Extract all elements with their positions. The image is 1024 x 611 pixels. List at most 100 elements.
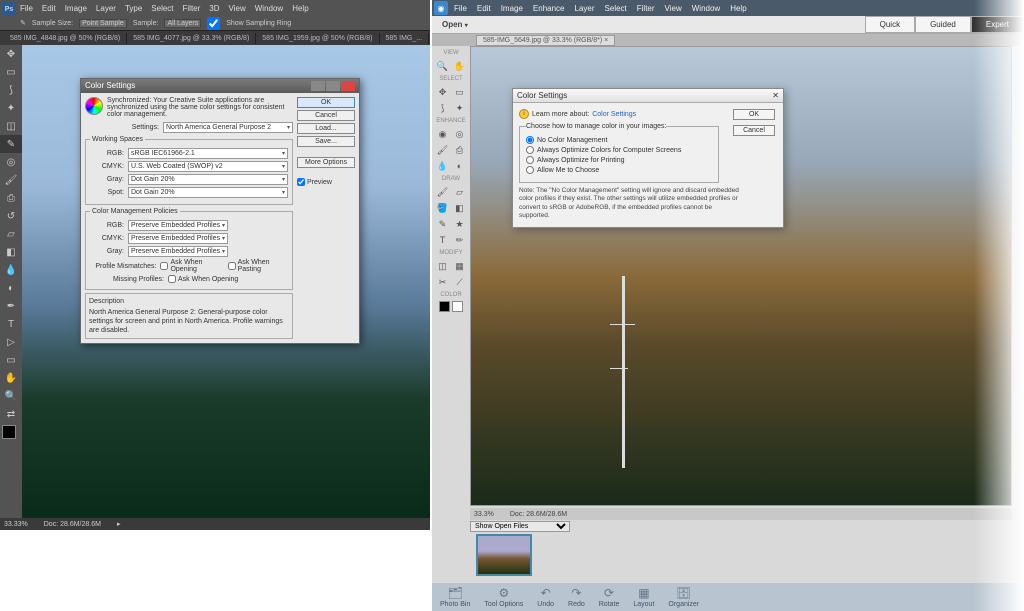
sample-size-select[interactable]: Point Sample [79, 19, 127, 28]
redo-button[interactable]: ↷Redo [568, 586, 585, 608]
wand-tool-icon[interactable]: ✦ [0, 99, 22, 117]
radio-screen[interactable] [526, 146, 534, 154]
preview-checkbox[interactable] [297, 178, 305, 186]
heal-tool-icon[interactable]: ◎ [0, 153, 22, 171]
swap-colors-icon[interactable]: ⇄ [0, 405, 22, 423]
pencil-tool-icon[interactable]: ✏ [452, 233, 467, 247]
learn-link[interactable]: Color Settings [592, 111, 636, 118]
ok-button[interactable]: OK [297, 97, 355, 108]
history-tool-icon[interactable]: ↺ [0, 207, 22, 225]
ps-menu-help[interactable]: Help [292, 4, 308, 13]
smartbrush-tool-icon[interactable]: 🖌 [435, 143, 450, 157]
ps-menu-image[interactable]: Image [65, 4, 87, 13]
redeye-tool-icon[interactable]: ◉ [435, 127, 450, 141]
heal-tool-icon[interactable]: ◎ [452, 127, 467, 141]
radio-choose[interactable] [526, 166, 534, 174]
load-button[interactable]: Load... [297, 123, 355, 134]
pse-tab-0[interactable]: 585-IMG_5649.jpg @ 33.3% (RGB/8*) × [476, 35, 615, 46]
pse-menu-file[interactable]: File [454, 4, 467, 13]
bg-color-icon[interactable] [452, 301, 463, 312]
pse-menu-filter[interactable]: Filter [637, 4, 655, 13]
text-tool-icon[interactable]: T [435, 233, 450, 247]
organizer-button[interactable]: 🗄Organizer [668, 586, 699, 608]
pse-menu-layer[interactable]: Layer [575, 4, 595, 13]
move-tool-icon[interactable]: ✥ [0, 45, 22, 63]
blur-tool-icon[interactable]: 💧 [435, 159, 450, 173]
marquee-tool-icon[interactable]: ▭ [0, 63, 22, 81]
tool-options-button[interactable]: ⚙Tool Options [484, 586, 523, 608]
layout-button[interactable]: ▦Layout [633, 586, 654, 608]
missing-ask-open-checkbox[interactable] [168, 275, 176, 283]
sample-select[interactable]: All Layers [164, 19, 201, 28]
cancel-button[interactable]: Cancel [297, 110, 355, 121]
marquee-tool-icon[interactable]: ▭ [452, 85, 467, 99]
pse-ok-button[interactable]: OK [733, 109, 775, 120]
mode-quick[interactable]: Quick [865, 16, 915, 33]
pse-menu-help[interactable]: Help [730, 4, 746, 13]
pol-rgb-dropdown[interactable]: Preserve Embedded Profiles [128, 220, 228, 231]
photo-bin-button[interactable]: 🗂Photo Bin [440, 586, 470, 608]
rotate-button[interactable]: ⟳Rotate [599, 586, 620, 608]
recompose-tool-icon[interactable]: ▦ [452, 259, 467, 273]
fill-tool-icon[interactable]: 🪣 [435, 201, 450, 215]
dodge-tool-icon[interactable]: ◐ [0, 279, 22, 297]
settings-dropdown[interactable]: North America General Purpose 2 [163, 122, 293, 133]
radio-none[interactable] [526, 136, 534, 144]
spot-dropdown[interactable]: Dot Gain 20% [128, 187, 288, 198]
path-tool-icon[interactable]: ▷ [0, 333, 22, 351]
ps-zoom-readout[interactable]: 33.33% [4, 521, 28, 528]
gradient-tool-icon[interactable]: ◧ [452, 201, 467, 215]
crop-tool-icon[interactable]: ◫ [435, 259, 450, 273]
gradient-tool-icon[interactable]: ◧ [0, 243, 22, 261]
maximize-icon[interactable] [326, 81, 340, 91]
pse-menu-edit[interactable]: Edit [477, 4, 491, 13]
pse-menu-window[interactable]: Window [692, 4, 720, 13]
brush-tool-icon[interactable]: 🖌 [435, 185, 450, 199]
picker-tool-icon[interactable]: ✎ [435, 217, 450, 231]
mode-expert[interactable]: Expert [971, 16, 1024, 33]
pol-gray-dropdown[interactable]: Preserve Embedded Profiles [128, 246, 228, 257]
ps-menu-view[interactable]: View [229, 4, 246, 13]
ps-menu-select[interactable]: Select [151, 4, 173, 13]
lasso-tool-icon[interactable]: ⟆ [0, 81, 22, 99]
pse-menu-select[interactable]: Select [605, 4, 627, 13]
ps-menu-layer[interactable]: Layer [96, 4, 116, 13]
ps-menu-3d[interactable]: 3D [209, 4, 219, 13]
eraser-tool-icon[interactable]: ▱ [0, 225, 22, 243]
mode-guided[interactable]: Guided [915, 16, 971, 33]
cmyk-dropdown[interactable]: U.S. Web Coated (SWOP) v2 [128, 161, 288, 172]
eraser-tool-icon[interactable]: ▱ [452, 185, 467, 199]
zoom-tool-icon[interactable]: 🔍 [435, 59, 450, 73]
ps-menu-window[interactable]: Window [255, 4, 283, 13]
brush-tool-icon[interactable]: 🖌 [0, 171, 22, 189]
save-button[interactable]: Save... [297, 136, 355, 147]
stamp-tool-icon[interactable]: ⎙ [0, 189, 22, 207]
open-files-dropdown[interactable]: Show Open Files [470, 521, 570, 532]
eyedropper-tool-icon[interactable]: ✎ [0, 135, 22, 153]
pse-zoom-readout[interactable]: 33.3% [474, 511, 494, 518]
open-button[interactable]: Open ▾ [432, 20, 478, 29]
radio-print[interactable] [526, 156, 534, 164]
color-swatch-icon[interactable] [2, 425, 16, 439]
pol-cmyk-dropdown[interactable]: Preserve Embedded Profiles [128, 233, 228, 244]
crop-tool-icon[interactable]: ◫ [0, 117, 22, 135]
rgb-dropdown[interactable]: sRGB IEC61966-2.1 [128, 148, 288, 159]
shape-tool-icon[interactable]: ★ [452, 217, 467, 231]
ps-tab-1[interactable]: 585 IMG_4077.jpg @ 33.3% (RGB/8) [127, 33, 256, 44]
ps-menu-filter[interactable]: Filter [183, 4, 201, 13]
pse-cancel-button[interactable]: Cancel [733, 125, 775, 136]
fg-color-icon[interactable] [439, 301, 450, 312]
ps-menu-edit[interactable]: Edit [42, 4, 56, 13]
ask-paste-checkbox[interactable] [228, 262, 236, 270]
straighten-tool-icon[interactable]: ⟋ [452, 275, 467, 289]
shape-tool-icon[interactable]: ▭ [0, 351, 22, 369]
photo-thumbnail[interactable] [476, 534, 532, 576]
close-icon[interactable]: ✕ [772, 91, 779, 100]
show-ring-checkbox[interactable] [207, 17, 220, 30]
minimize-icon[interactable] [311, 81, 325, 91]
undo-button[interactable]: ↶Undo [537, 586, 554, 608]
clone-tool-icon[interactable]: ⎙ [452, 143, 467, 157]
sponge-tool-icon[interactable]: ◐ [452, 159, 467, 173]
blur-tool-icon[interactable]: 💧 [0, 261, 22, 279]
chevron-right-icon[interactable]: ▸ [117, 520, 121, 528]
